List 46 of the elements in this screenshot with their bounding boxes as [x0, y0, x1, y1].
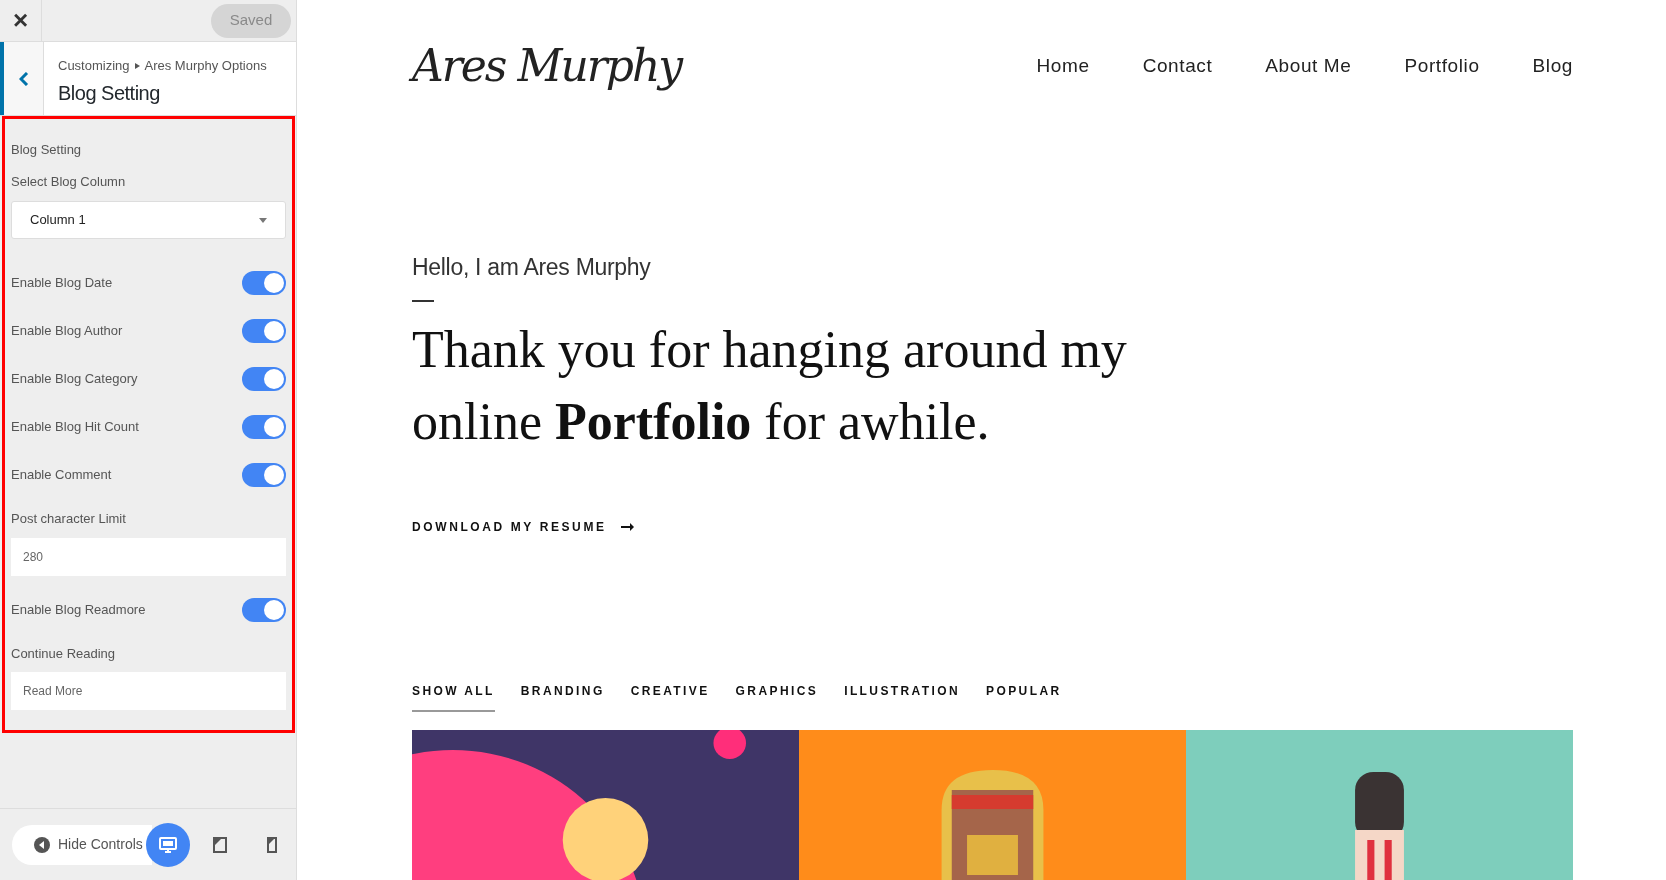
column-select[interactable]: Column 1 [11, 201, 286, 239]
toggle-label: Enable Blog Readmore [11, 600, 146, 619]
field-label: Post character Limit [11, 510, 127, 528]
nav-link[interactable]: Home [1036, 51, 1090, 81]
back-chevron-icon [18, 71, 29, 86]
toggle-label: Enable Blog Date [11, 274, 113, 293]
breadcrumb-text: Ares Murphy Options [144, 57, 267, 75]
filter-tab[interactable]: ILLUSTRATION [844, 682, 961, 712]
toggle-switch[interactable] [242, 463, 286, 487]
filter-tab[interactable]: POPULAR [986, 682, 1062, 712]
toggle-switch[interactable] [242, 597, 286, 622]
toggle-switch[interactable] [242, 367, 286, 391]
nav-link[interactable]: About Me [1265, 51, 1352, 81]
section-title: Blog Setting [11, 141, 83, 159]
nav-link[interactable]: Portfolio [1404, 51, 1480, 81]
dropdown-caret-icon [259, 217, 267, 223]
text-input-field[interactable]: Read More [11, 672, 286, 710]
toggle-label: Enable Blog Author [11, 322, 123, 341]
breadcrumb-arrow-icon [134, 62, 140, 69]
greeting-text: Hello, I am Ares Murphy [412, 252, 652, 282]
desktop-preview-button[interactable] [146, 822, 190, 867]
toggle-switch[interactable] [242, 271, 286, 295]
hide-controls-button[interactable]: Hide Controls [12, 824, 152, 865]
filter-tab[interactable]: SHOW ALL [412, 682, 495, 712]
nav-link[interactable]: Blog [1532, 51, 1573, 81]
download-resume-link[interactable]: DOWNLOAD MY RESUME [412, 518, 1573, 536]
toggle-label: Enable Blog Category [11, 370, 138, 389]
breadcrumb-text: Customizing [58, 57, 130, 75]
desktop-icon [158, 834, 178, 855]
close-button[interactable]: × [0, 0, 42, 42]
filter-tab[interactable]: BRANDING [520, 682, 605, 712]
filter-tab[interactable]: GRAPHICS [735, 682, 819, 712]
field-label: Select Blog Column [11, 172, 127, 191]
panel-title: Blog Setting [58, 80, 161, 106]
nav-link[interactable]: Contact [1142, 51, 1213, 81]
tablet-icon [210, 834, 230, 855]
toggle-label: Enable Comment [11, 466, 112, 485]
filter-tab[interactable]: CREATIVE [630, 682, 710, 712]
toggle-switch[interactable] [242, 415, 286, 439]
field-label: Continue Reading [11, 644, 117, 663]
arrow-right-icon [620, 523, 634, 531]
toggle-switch[interactable] [242, 319, 286, 343]
toggle-label: Enable Blog Hit Count [11, 418, 139, 437]
headline-text: Thank you for hanging around my online Portfolio for awhile. [412, 320, 1128, 452]
back-button[interactable] [0, 42, 44, 115]
text-input-field[interactable]: 280 [11, 537, 286, 576]
